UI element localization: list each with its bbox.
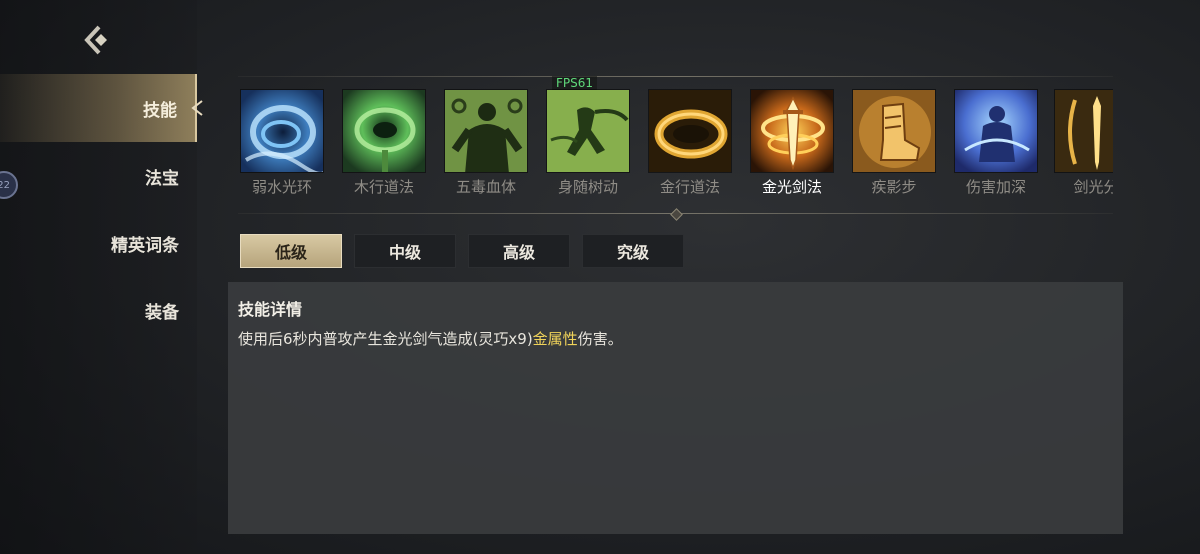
sidebar-item-treasure[interactable]: 法宝 bbox=[0, 142, 197, 210]
detail-title: 技能详情 bbox=[238, 300, 303, 319]
swift-boot-icon bbox=[852, 89, 936, 173]
wood-vortex-icon bbox=[342, 89, 426, 173]
sidebar-item-skills[interactable]: 技能 bbox=[0, 74, 203, 142]
skill-item-golden-sword[interactable]: 金光剑法 bbox=[750, 89, 834, 197]
sidebar-item-label: 装备 bbox=[145, 302, 179, 323]
gold-ring-icon bbox=[648, 89, 732, 173]
skill-item-swift-boot[interactable]: 疾影步 bbox=[852, 89, 936, 197]
skill-name: 木行道法 bbox=[353, 178, 414, 196]
sidebar-item-equipment[interactable]: 装备 bbox=[0, 276, 197, 344]
skill-item-wood-vortex[interactable]: 木行道法 bbox=[342, 89, 426, 197]
skill-name: 弱水光环 bbox=[251, 178, 312, 196]
skill-detail-panel: 技能详情 使用后6秒内普攻产生金光剑气造成(灵巧x9)金属性伤害。 bbox=[228, 282, 1123, 534]
detail-highlight: 金属性 bbox=[532, 330, 578, 348]
tab-tier-high[interactable]: 高级 bbox=[468, 234, 570, 268]
top-divider bbox=[238, 76, 1113, 77]
skill-name: 金行道法 bbox=[659, 178, 720, 196]
back-arrow-icon bbox=[84, 25, 107, 55]
sidebar-item-label: 法宝 bbox=[145, 168, 179, 189]
skill-item-tree-figure[interactable]: 身随树动 bbox=[546, 89, 630, 197]
golden-sword-icon bbox=[750, 89, 834, 173]
skill-item-water-ring[interactable]: 弱水光环 bbox=[240, 89, 324, 197]
sidebar: 技能 法宝 精英词条 装备 22 bbox=[0, 0, 203, 554]
skill-name: 疾影步 bbox=[871, 178, 917, 196]
skill-item-poison-body[interactable]: 五毒血体 bbox=[444, 89, 528, 197]
skill-name: 金光剑法 bbox=[761, 178, 822, 196]
fps-counter: FPS61 bbox=[552, 76, 598, 90]
skill-item-sword-split[interactable]: 剑光分 bbox=[1054, 89, 1113, 197]
detail-text-after: 伤害。 bbox=[577, 330, 623, 348]
skill-name: 身随树动 bbox=[557, 178, 618, 196]
sidebar-item-elite-affix[interactable]: 精英词条 bbox=[0, 209, 197, 277]
skill-list: 弱水光环 木行道法 五毒血体 身随树动 金行道法 金光剑法 疾影步 伤害加深 剑… bbox=[240, 89, 1113, 201]
detail-description: 使用后6秒内普攻产生金光剑气造成(灵巧x9)金属性伤害。 bbox=[238, 328, 623, 349]
skill-name: 伤害加深 bbox=[965, 178, 1026, 196]
tab-tier-mid[interactable]: 中级 bbox=[354, 234, 456, 268]
middle-divider bbox=[238, 208, 1113, 221]
skill-item-damage-boost[interactable]: 伤害加深 bbox=[954, 89, 1038, 197]
blue-figure-icon bbox=[954, 89, 1038, 173]
tab-tier-low[interactable]: 低级 bbox=[240, 234, 342, 268]
sidebar-item-label: 技能 bbox=[143, 100, 177, 121]
skill-item-gold-ring[interactable]: 金行道法 bbox=[648, 89, 732, 197]
poison-body-icon bbox=[444, 89, 528, 173]
active-indicator-icon bbox=[191, 100, 203, 116]
tab-tier-ultimate[interactable]: 究级 bbox=[582, 234, 684, 268]
water-ring-icon bbox=[240, 89, 324, 173]
skill-name: 五毒血体 bbox=[455, 178, 516, 196]
skill-name: 剑光分 bbox=[1073, 178, 1113, 196]
sword-split-icon bbox=[1054, 89, 1113, 173]
detail-text-before: 使用后6秒内普攻产生金光剑气造成(灵巧x9) bbox=[238, 330, 533, 348]
tree-figure-icon bbox=[546, 89, 630, 173]
back-button[interactable] bbox=[76, 22, 116, 58]
divider-gem-icon bbox=[670, 208, 683, 221]
sidebar-item-label: 精英词条 bbox=[111, 235, 179, 256]
